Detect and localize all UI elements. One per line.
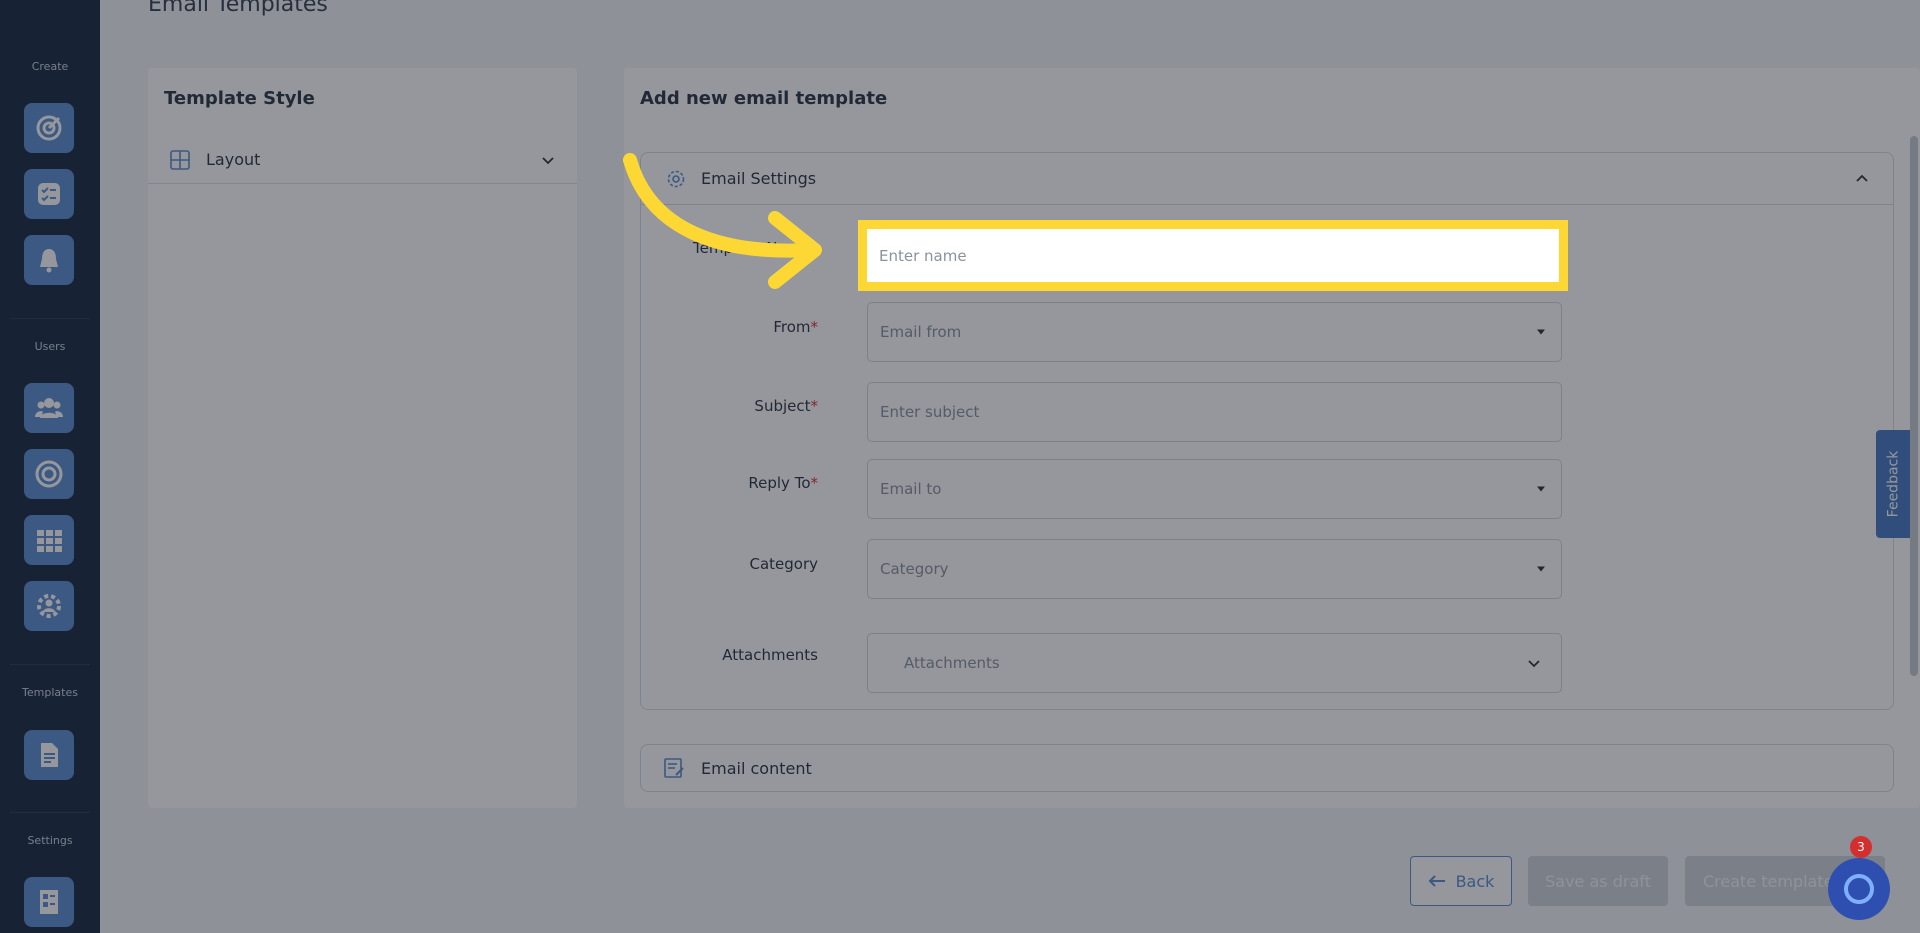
tutorial-arrow-icon xyxy=(623,153,822,289)
chat-ring-icon xyxy=(1844,874,1874,904)
notification-badge: 3 xyxy=(1850,836,1872,858)
template-name-input[interactable] xyxy=(867,229,1559,282)
help-chat-button[interactable] xyxy=(1828,858,1890,920)
template-name-highlight xyxy=(858,220,1568,291)
